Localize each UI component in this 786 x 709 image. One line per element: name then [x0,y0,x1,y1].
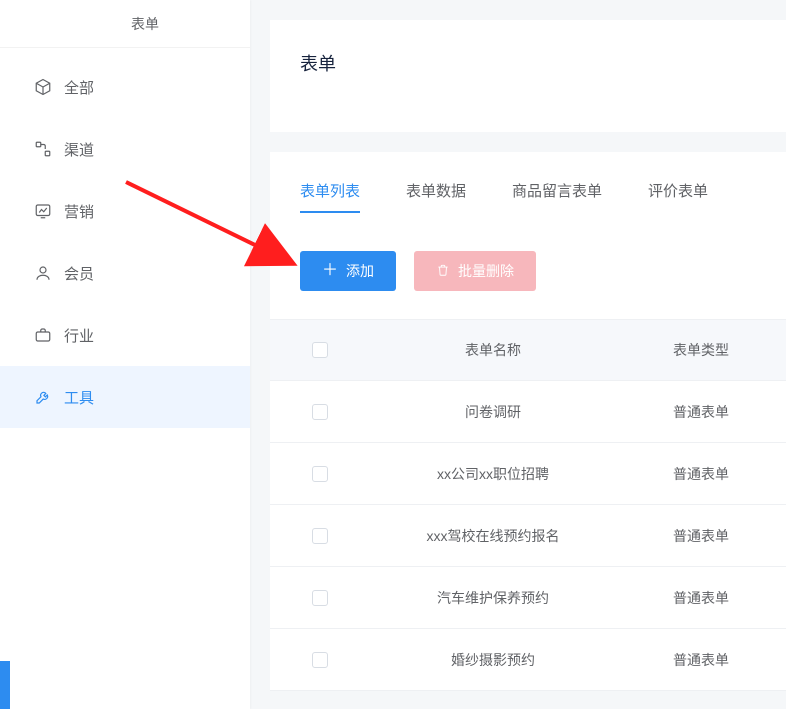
row-checkbox[interactable] [312,528,328,544]
row-name: xxx驾校在线预约报名 [350,526,636,546]
cube-icon [34,78,52,96]
table-row[interactable]: 婚纱摄影预约 普通表单 [270,629,786,691]
row-type: 普通表单 [636,650,766,670]
top-tab[interactable]: 表单 [0,0,250,48]
chart-icon [34,202,52,220]
sidebar-item-member[interactable]: 会员 [0,242,250,304]
briefcase-icon [34,326,52,344]
top-tab-label: 表单 [131,14,159,34]
table-header: 表单名称 表单类型 [270,319,786,381]
page-header: 表单 [270,20,786,132]
row-name: 汽车维护保养预约 [350,588,636,608]
tab-label: 商品留言表单 [512,183,602,200]
row-checkbox[interactable] [312,466,328,482]
row-name: 婚纱摄影预约 [350,650,636,670]
page-title: 表单 [300,54,336,74]
tab-bar: 表单列表 表单数据 商品留言表单 评价表单 [270,152,786,227]
tab-label: 评价表单 [648,183,708,200]
tab-product-message[interactable]: 商品留言表单 [512,180,602,213]
main-area: 表单 表单列表 表单数据 商品留言表单 评价表单 ＋ 添加 [270,20,786,709]
tab-label: 表单数据 [406,183,466,200]
row-type: 普通表单 [636,588,766,608]
form-table: 表单名称 表单类型 问卷调研 普通表单 xx公司xx职位招聘 普通表单 xxx驾… [270,319,786,691]
row-checkbox[interactable] [312,652,328,668]
row-type: 普通表单 [636,464,766,484]
trash-icon [436,263,450,280]
tab-review-form[interactable]: 评价表单 [648,180,708,213]
accent-bar [0,661,10,709]
row-checkbox[interactable] [312,590,328,606]
column-header-name: 表单名称 [350,340,636,360]
sidebar-item-label: 渠道 [64,139,94,160]
tab-form-list[interactable]: 表单列表 [300,180,360,213]
sidebar-item-marketing[interactable]: 营销 [0,180,250,242]
channel-icon [34,140,52,158]
row-type: 普通表单 [636,526,766,546]
sidebar-item-channel[interactable]: 渠道 [0,118,250,180]
tab-form-data[interactable]: 表单数据 [406,180,466,213]
wrench-icon [34,388,52,406]
table-row[interactable]: xxx驾校在线预约报名 普通表单 [270,505,786,567]
sidebar-column: 表单 全部 渠道 营销 会员 [0,0,250,709]
sidebar-item-tools[interactable]: 工具 [0,366,250,428]
sidebar-item-label: 全部 [64,77,94,98]
sidebar-item-industry[interactable]: 行业 [0,304,250,366]
row-type: 普通表单 [636,402,766,422]
content-panel: 表单列表 表单数据 商品留言表单 评价表单 ＋ 添加 批量删除 [270,152,786,691]
row-name: 问卷调研 [350,402,636,422]
sidebar-item-label: 行业 [64,325,94,346]
sidebar-item-label: 会员 [64,263,94,284]
user-icon [34,264,52,282]
button-label: 添加 [346,261,374,281]
select-all-checkbox[interactable] [312,342,328,358]
plus-icon: ＋ [322,263,338,279]
table-row[interactable]: 问卷调研 普通表单 [270,381,786,443]
sidebar-item-all[interactable]: 全部 [0,56,250,118]
table-row[interactable]: xx公司xx职位招聘 普通表单 [270,443,786,505]
column-header-type: 表单类型 [636,340,766,360]
sidebar-nav: 全部 渠道 营销 会员 行业 [0,48,250,709]
table-row[interactable]: 汽车维护保养预约 普通表单 [270,567,786,629]
bulk-delete-button[interactable]: 批量删除 [414,251,536,291]
tab-label: 表单列表 [300,183,360,200]
row-checkbox[interactable] [312,404,328,420]
row-name: xx公司xx职位招聘 [350,464,636,484]
sidebar-item-label: 营销 [64,201,94,222]
sidebar-item-label: 工具 [64,387,94,408]
add-button[interactable]: ＋ 添加 [300,251,396,291]
action-bar: ＋ 添加 批量删除 [270,227,786,319]
button-label: 批量删除 [458,261,514,281]
